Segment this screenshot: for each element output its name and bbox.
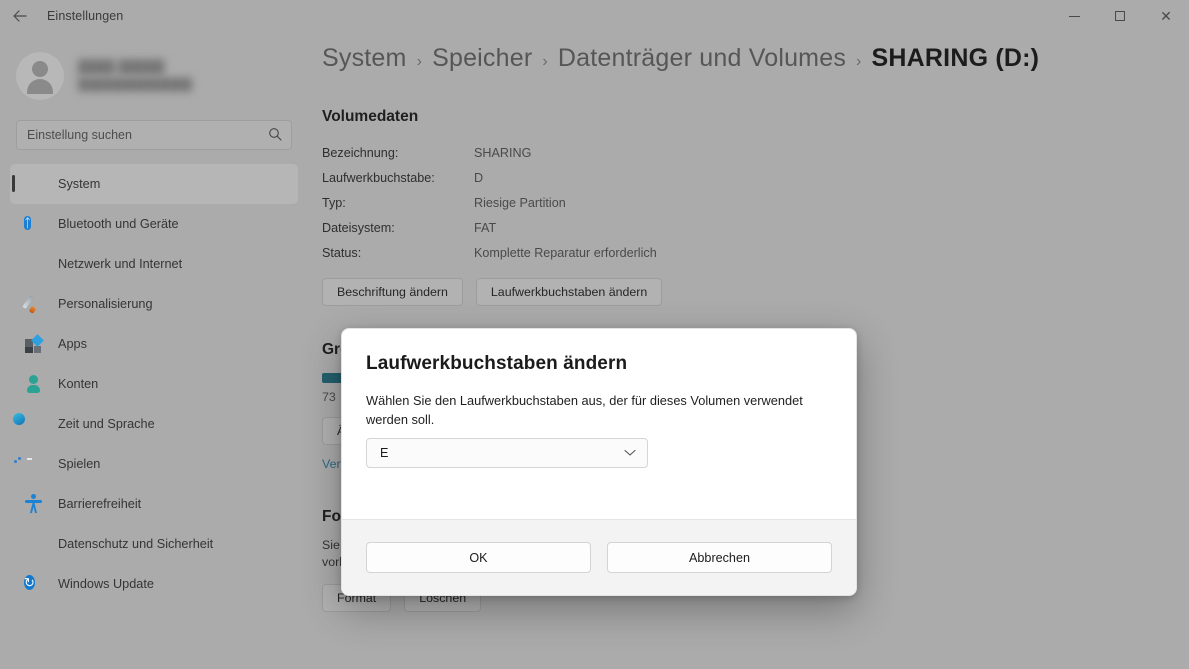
sidebar-nav: System ᛏ Bluetooth und Geräte Netzwerk u… <box>0 164 308 604</box>
ok-button[interactable]: OK <box>366 542 591 573</box>
update-icon: ↻ <box>24 575 35 590</box>
volume-details-table: Bezeichnung: SHARING Laufwerkbuchstabe: … <box>322 140 1182 265</box>
change-drive-letter-dialog: Laufwerkbuchstaben ändern Wählen Sie den… <box>341 328 857 596</box>
table-row: Bezeichnung: SHARING <box>322 140 1182 165</box>
close-icon: ✕ <box>1160 8 1172 24</box>
drive-letter-select[interactable]: E <box>366 438 648 468</box>
close-button[interactable]: ✕ <box>1143 0 1189 32</box>
dialog-footer: OK Abbrechen <box>342 519 856 595</box>
table-row: Typ: Riesige Partition <box>322 190 1182 215</box>
breadcrumb-separator: › <box>542 53 548 70</box>
clock-icon <box>24 414 44 434</box>
sidebar-item-label: Netzwerk und Internet <box>58 257 183 271</box>
chevron-down-icon <box>624 444 636 462</box>
paintbrush-icon <box>22 294 44 314</box>
dialog-title: Laufwerkbuchstaben ändern <box>366 353 628 374</box>
sidebar-item-bluetooth[interactable]: ᛏ Bluetooth und Geräte <box>10 204 298 244</box>
format-description-line1: Sie <box>322 538 340 552</box>
volume-section-title: Volumedaten <box>322 108 419 125</box>
apps-icon <box>24 334 44 354</box>
sidebar-item-label: Konten <box>58 377 99 391</box>
search-icon <box>268 127 282 146</box>
sidebar-item-accounts[interactable]: Konten <box>10 364 298 404</box>
breadcrumb-item-system[interactable]: System <box>322 44 407 73</box>
accessibility-icon <box>24 494 44 514</box>
row-value: Komplette Reparatur erforderlich <box>474 245 657 260</box>
search-input[interactable] <box>16 120 292 150</box>
sidebar-item-label: Personalisierung <box>58 297 153 311</box>
sidebar-item-time-language[interactable]: Zeit und Sprache <box>10 404 298 444</box>
cancel-button[interactable]: Abbrechen <box>607 542 832 573</box>
sidebar-item-accessibility[interactable]: Barrierefreiheit <box>10 484 298 524</box>
profile-text: ████ █████ ██████████████ <box>78 59 192 93</box>
table-row: Dateisystem: FAT <box>322 215 1182 240</box>
volume-actions: Beschriftung ändern Laufwerkbuchstaben ä… <box>322 278 1182 306</box>
breadcrumb-item-storage[interactable]: Speicher <box>432 44 532 73</box>
sidebar-item-system[interactable]: System <box>10 164 298 204</box>
breadcrumb-item-current: SHARING (D:) <box>871 44 1040 72</box>
row-value: FAT <box>474 220 497 235</box>
title-bar: Einstellungen ✕ <box>0 0 1189 32</box>
minimize-icon <box>1068 15 1080 17</box>
monitor-icon <box>24 174 44 194</box>
dialog-body: Laufwerkbuchstaben ändern Wählen Sie den… <box>342 329 856 519</box>
user-profile[interactable]: ████ █████ ██████████████ <box>0 32 308 104</box>
minimize-button[interactable] <box>1051 0 1097 32</box>
breadcrumb: System › Speicher › Datenträger und Volu… <box>322 44 1182 73</box>
sidebar-item-gaming[interactable]: Spielen <box>10 444 298 484</box>
window-controls: ✕ <box>1051 0 1189 32</box>
row-value: SHARING <box>474 145 532 160</box>
row-value: D <box>474 170 484 185</box>
table-row: Laufwerkbuchstabe: D <box>322 165 1182 190</box>
sidebar-item-label: Zeit und Sprache <box>58 417 155 431</box>
sidebar-item-personalization[interactable]: Personalisierung <box>10 284 298 324</box>
breadcrumb-separator: › <box>856 53 862 70</box>
app-title: Einstellungen <box>47 9 124 23</box>
sidebar-item-network[interactable]: Netzwerk und Internet <box>10 244 298 284</box>
dialog-description: Wählen Sie den Laufwerkbuchstaben aus, d… <box>366 393 803 427</box>
row-key: Status: <box>322 245 362 260</box>
row-key: Typ: <box>322 195 346 210</box>
change-label-button[interactable]: Beschriftung ändern <box>322 278 463 306</box>
search-container <box>16 120 292 150</box>
row-value: Riesige Partition <box>474 195 566 210</box>
sidebar-item-windows-update[interactable]: ↻ Windows Update <box>10 564 298 604</box>
sidebar-item-apps[interactable]: Apps <box>10 324 298 364</box>
sidebar-item-label: System <box>58 177 101 191</box>
shield-icon <box>24 534 44 554</box>
sidebar-item-label: Barrierefreiheit <box>58 497 142 511</box>
row-key: Bezeichnung: <box>322 145 399 160</box>
sidebar-item-label: Windows Update <box>58 577 154 591</box>
table-row: Status: Komplette Reparatur erforderlich <box>322 240 1182 265</box>
sidebar-item-label: Apps <box>58 337 87 351</box>
bluetooth-icon: ᛏ <box>24 216 32 230</box>
sidebar-item-privacy-security[interactable]: Datenschutz und Sicherheit <box>10 524 298 564</box>
breadcrumb-item-disks-volumes[interactable]: Datenträger und Volumes <box>558 44 846 73</box>
profile-name: ████ █████ <box>78 59 165 74</box>
breadcrumb-separator: › <box>416 53 423 70</box>
wifi-icon <box>24 254 44 274</box>
maximize-button[interactable] <box>1097 0 1143 32</box>
row-key: Laufwerkbuchstabe: <box>322 170 435 185</box>
avatar <box>16 52 64 100</box>
drive-letter-value: E <box>380 446 389 460</box>
profile-email: ██████████████ <box>78 79 193 91</box>
sidebar-item-label: Spielen <box>58 457 101 471</box>
account-icon <box>24 374 44 394</box>
gamepad-icon <box>24 454 44 474</box>
sidebar-item-label: Datenschutz und Sicherheit <box>58 537 214 551</box>
selection-indicator <box>12 175 15 192</box>
change-drive-letter-button[interactable]: Laufwerkbuchstaben ändern <box>475 278 663 306</box>
row-key: Dateisystem: <box>322 220 395 235</box>
maximize-icon <box>1115 11 1125 21</box>
sidebar: ████ █████ ██████████████ System ᛏ Bl <box>0 32 308 669</box>
back-button[interactable] <box>0 0 40 32</box>
settings-window: Einstellungen ✕ ████ █████ █████████████… <box>0 0 1189 669</box>
sidebar-item-label: Bluetooth und Geräte <box>58 217 179 231</box>
